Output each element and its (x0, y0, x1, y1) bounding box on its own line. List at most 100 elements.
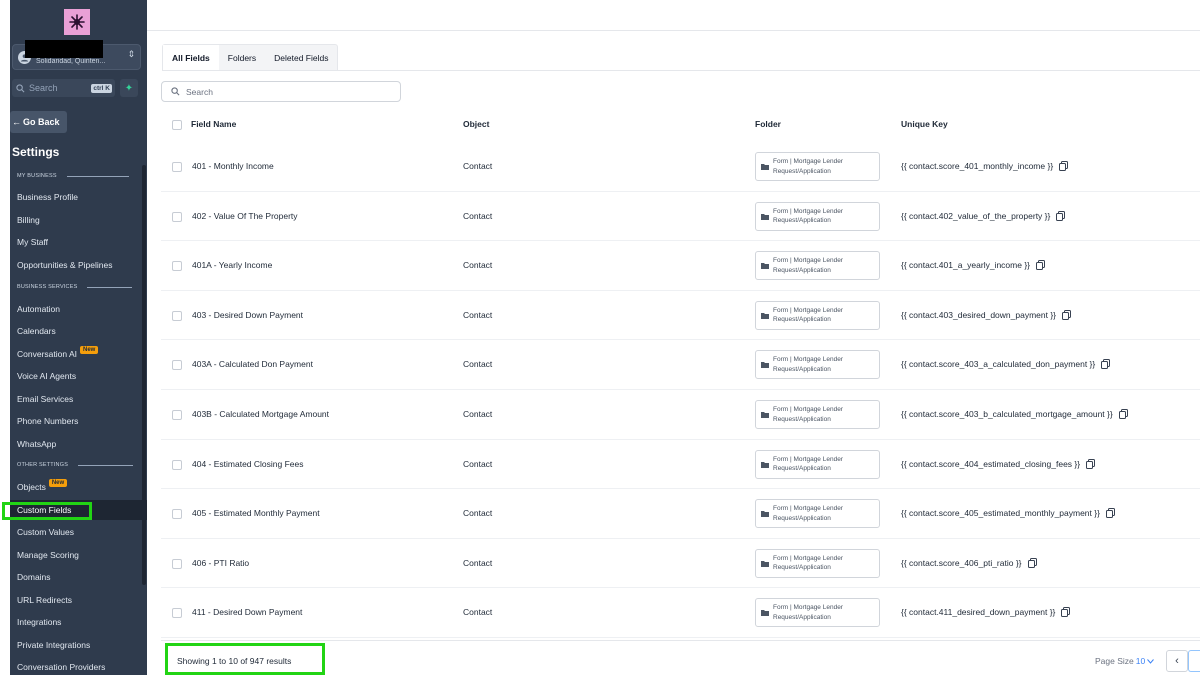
sidebar-item-label: Phone Numbers (17, 416, 79, 426)
table-row[interactable]: 402 - Value Of The Property Contact Form |… (161, 192, 1200, 242)
table-row[interactable]: 401A - Yearly Income Contact Form | Mortga… (161, 241, 1200, 291)
sidebar-item-opportunities[interactable]: Opportunities & Pipelines (10, 255, 147, 275)
field-name-cell[interactable]: 403B - Calculated Mortgage Amount (192, 409, 329, 419)
copy-icon[interactable] (1036, 260, 1046, 271)
section-label-text: OTHER SETTINGS (17, 462, 69, 468)
sidebar-item-private-integrations[interactable]: Private Integrations (10, 635, 147, 655)
field-name-cell[interactable]: 401 - Monthly Income (192, 161, 274, 171)
field-search-input[interactable]: Search (161, 81, 401, 102)
copy-icon[interactable] (1059, 161, 1069, 171)
copy-icon[interactable] (1086, 458, 1096, 469)
column-header-unique-key[interactable]: Unique Key (901, 119, 948, 129)
row-checkbox[interactable] (172, 211, 182, 222)
company-logo[interactable] (64, 9, 90, 35)
copy-icon[interactable] (1118, 409, 1128, 419)
copy-icon[interactable] (1062, 309, 1072, 320)
row-checkbox[interactable] (172, 608, 182, 619)
pagination-prev-button[interactable]: ‹ (1166, 650, 1188, 672)
folder-chip[interactable]: Form | Mortgage Lender Request/Applicati… (755, 400, 880, 429)
table-row[interactable]: 411 - Desired Down Payment Contact Form | … (161, 588, 1200, 638)
row-checkbox[interactable] (172, 558, 182, 569)
row-checkbox[interactable] (172, 509, 182, 520)
folder-chip[interactable]: Form | Mortgage Lender Request/Applicati… (755, 251, 880, 281)
field-name-cell[interactable]: 404 - Estimated Closing Fees (192, 459, 304, 469)
column-header-object[interactable]: Object (463, 119, 489, 129)
sidebar-item-conversation-ai[interactable]: Conversation AI New (10, 344, 147, 364)
sidebar-item-calendars[interactable]: Calendars (10, 321, 147, 341)
sidebar-item-manage-scoring[interactable]: Manage Scoring (10, 545, 147, 565)
table-row[interactable]: 403A - Calculated Don Payment Contact Form… (161, 340, 1200, 390)
sidebar-item-whatsapp[interactable]: WhatsApp (10, 434, 147, 454)
sidebar-scrollbar[interactable] (142, 165, 146, 585)
page-size-select[interactable]: Page Size 10 (1095, 656, 1155, 666)
ai-assistant-button[interactable]: ✦ (120, 79, 138, 97)
copy-icon[interactable] (1105, 508, 1115, 519)
sidebar-item-business-profile[interactable]: Business Profile (10, 187, 147, 207)
sidebar-search[interactable]: Search ctrl K (12, 79, 115, 97)
table-row[interactable]: 401 - Monthly Income Contact Form | Mortga… (161, 142, 1200, 192)
object-cell: Contact (463, 557, 493, 568)
account-switcher[interactable]: Solidaridad, Quinten... ⇕ (12, 40, 141, 70)
folder-chip[interactable]: Form | Mortgage Lender Request/Applicati… (755, 300, 880, 330)
folder-chip[interactable]: Form | Mortgage Lender Request/Applicati… (755, 548, 880, 578)
table-row[interactable]: 403B - Calculated Mortgage Amount Contact… (161, 390, 1200, 440)
table-row[interactable]: 403 - Desired Down Payment Contact Form | … (161, 291, 1200, 341)
select-all-checkbox[interactable] (172, 120, 182, 130)
sidebar-item-phone-numbers[interactable]: Phone Numbers (10, 411, 147, 431)
new-badge: New (48, 479, 68, 487)
table-row[interactable]: 405 - Estimated Monthly Payment Contact Fo… (161, 489, 1200, 539)
folder-chip[interactable]: Form | Mortgage Lender Request/Applicati… (755, 201, 880, 231)
sidebar-item-domains[interactable]: Domains (10, 567, 147, 587)
tab-deleted-fields[interactable]: Deleted Fields (265, 45, 337, 70)
folder-chip[interactable]: Form | Mortgage Lender Request/Applicati… (755, 449, 880, 479)
copy-icon[interactable] (1061, 607, 1071, 618)
field-name-cell[interactable]: 403 - Desired Down Payment (192, 310, 303, 320)
sidebar-item-conversation-providers[interactable]: Conversation Providers (10, 657, 147, 675)
field-name-cell[interactable]: 406 - PTI Ratio (192, 558, 249, 568)
row-checkbox[interactable] (172, 459, 182, 470)
sidebar-item-email-services[interactable]: Email Services (10, 389, 147, 409)
field-name-cell[interactable]: 411 - Desired Down Payment (192, 607, 302, 617)
column-header-field-name[interactable]: Field Name (191, 119, 236, 129)
field-name-cell[interactable]: 402 - Value Of The Property (192, 211, 298, 221)
folder-chip[interactable]: Form | Mortgage Lender Request/Applicati… (755, 598, 880, 628)
table-row[interactable]: 404 - Estimated Closing Fees Contact Form … (161, 440, 1200, 490)
copy-icon[interactable] (1027, 557, 1037, 568)
row-checkbox[interactable] (172, 261, 182, 272)
pagination-page-button[interactable] (1188, 650, 1200, 672)
tab-all-fields[interactable]: All Fields (163, 45, 219, 70)
sidebar-item-objects[interactable]: Objects New (10, 477, 147, 497)
row-checkbox[interactable] (172, 410, 182, 420)
column-header-folder[interactable]: Folder (755, 119, 781, 129)
object-cell: Contact (463, 508, 493, 519)
sidebar-item-label: Manage Scoring (17, 550, 79, 560)
sidebar-item-label: Calendars (17, 326, 56, 336)
copy-icon[interactable] (1056, 210, 1066, 221)
field-name-cell[interactable]: 403A - Calculated Don Payment (192, 359, 313, 369)
folder-icon (761, 610, 769, 617)
table-row[interactable]: 406 - PTI Ratio Contact Form | Mortgage Le… (161, 539, 1200, 589)
folder-chip[interactable]: Form | Mortgage Lender Request/Applicati… (755, 152, 880, 181)
copy-icon[interactable] (1101, 359, 1111, 370)
field-name-cell[interactable]: 401A - Yearly Income (192, 260, 272, 270)
row-checkbox[interactable] (172, 162, 182, 172)
sidebar-item-automation[interactable]: Automation (10, 299, 147, 319)
row-checkbox[interactable] (172, 360, 182, 371)
sidebar-item-label: WhatsApp (17, 439, 57, 449)
sidebar-item-url-redirects[interactable]: URL Redirects (10, 590, 147, 610)
unique-key-text: {{ contact.score_405_estimated_monthly_p… (901, 508, 1100, 519)
row-checkbox[interactable] (172, 310, 182, 321)
sidebar-item-my-staff[interactable]: My Staff (10, 232, 147, 252)
folder-icon (761, 461, 769, 468)
field-name-cell[interactable]: 405 - Estimated Monthly Payment (192, 508, 320, 518)
folder-chip[interactable]: Form | Mortgage Lender Request/Applicati… (755, 350, 880, 380)
sidebar-item-voice-ai-agents[interactable]: Voice AI Agents (10, 366, 147, 386)
folder-chip[interactable]: Form | Mortgage Lender Request/Applicati… (755, 499, 880, 529)
go-back-button[interactable]: ← Go Back (10, 111, 67, 133)
tab-folders[interactable]: Folders (219, 45, 265, 70)
sidebar-item-integrations[interactable]: Integrations (10, 612, 147, 632)
sidebar-item-billing[interactable]: Billing (10, 210, 147, 230)
sidebar-item-custom-fields[interactable]: Custom Fields (10, 500, 147, 520)
sidebar-item-custom-values[interactable]: Custom Values (10, 522, 147, 542)
sidebar-item-label: URL Redirects (17, 595, 72, 605)
